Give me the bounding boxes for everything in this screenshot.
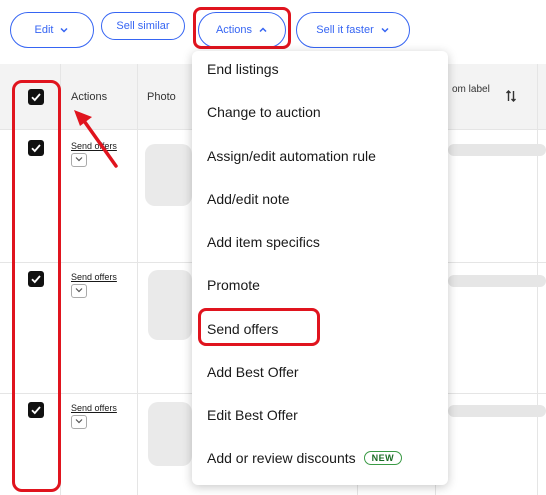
menu-item-add-item-specifics[interactable]: Add item specifics — [207, 234, 320, 250]
column-divider — [137, 64, 138, 495]
sell-it-faster-button[interactable]: Sell it faster — [296, 12, 410, 48]
sort-icon[interactable] — [505, 90, 517, 105]
menu-item-label: Add/edit note — [207, 191, 290, 207]
custom-label-column-header[interactable]: om label — [452, 84, 490, 95]
row-actions-dropdown[interactable] — [71, 415, 87, 429]
menu-item-label: Promote — [207, 277, 260, 293]
menu-item-add-edit-note[interactable]: Add/edit note — [207, 191, 290, 207]
listing-text-placeholder — [448, 144, 546, 156]
listing-text-placeholder — [448, 275, 546, 287]
send-offers-link[interactable]: Send offers — [71, 272, 117, 282]
row-actions-dropdown[interactable] — [71, 284, 87, 298]
sell-it-faster-label: Sell it faster — [316, 24, 374, 36]
actions-button-highlight — [193, 7, 291, 49]
edit-button-label: Edit — [34, 24, 54, 36]
listing-photo[interactable] — [145, 144, 192, 206]
listing-photo[interactable] — [148, 402, 192, 466]
menu-item-label: End listings — [207, 61, 279, 77]
edit-button[interactable]: Edit — [10, 12, 94, 48]
sell-similar-label: Sell similar — [116, 20, 170, 32]
sell-similar-button[interactable]: Sell similar — [101, 12, 185, 40]
menu-item-label: Add or review discounts — [207, 450, 356, 466]
menu-item-end-listings[interactable]: End listings — [207, 61, 279, 77]
send-offers-highlight — [198, 308, 320, 346]
listing-text-placeholder — [448, 405, 546, 417]
menu-item-add-review-discounts[interactable]: Add or review discounts NEW — [207, 450, 403, 466]
new-badge: NEW — [363, 451, 403, 465]
menu-item-label: Change to auction — [207, 104, 321, 120]
menu-item-add-best-offer[interactable]: Add Best Offer — [207, 364, 299, 380]
menu-item-label: Add Best Offer — [207, 364, 299, 380]
menu-item-edit-best-offer[interactable]: Edit Best Offer — [207, 407, 298, 423]
row-actions: Send offers — [71, 403, 117, 429]
send-offers-link[interactable]: Send offers — [71, 403, 117, 413]
menu-item-promote[interactable]: Promote — [207, 277, 260, 293]
annotation-arrow-icon — [74, 110, 118, 168]
actions-menu: End listings Change to auction Assign/ed… — [192, 51, 448, 485]
menu-item-change-to-auction[interactable]: Change to auction — [207, 104, 321, 120]
photo-column-header: Photo — [147, 91, 176, 103]
menu-item-label: Add item specifics — [207, 234, 320, 250]
chevron-down-icon — [380, 25, 390, 35]
menu-item-label: Edit Best Offer — [207, 407, 298, 423]
row-actions: Send offers — [71, 272, 117, 298]
actions-column-header: Actions — [71, 91, 108, 103]
listing-photo[interactable] — [148, 270, 192, 340]
checkbox-column-highlight — [12, 80, 61, 492]
chevron-down-icon — [59, 25, 69, 35]
menu-item-label: Assign/edit automation rule — [207, 148, 376, 164]
menu-item-assign-automation-rule[interactable]: Assign/edit automation rule — [207, 148, 376, 164]
